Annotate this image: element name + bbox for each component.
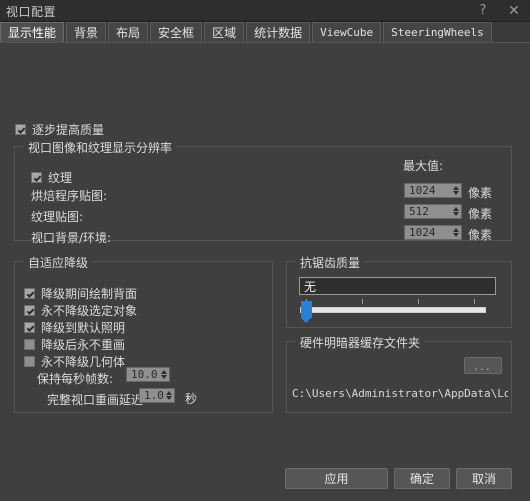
checkbox-box [24, 305, 35, 316]
texture-map-unit: 像素 [468, 207, 493, 221]
ok-button[interactable]: 确定 [394, 468, 450, 489]
checkbox-box [24, 322, 35, 333]
apply-button[interactable]: 应用 [285, 468, 388, 489]
cancel-button[interactable]: 取消 [456, 468, 512, 489]
redraw-delay-label: 完整视口重画延迟 [47, 393, 144, 407]
degrade-to-default-lighting-checkbox[interactable]: 降级到默认照明 [24, 319, 125, 336]
tab-background[interactable]: 背景 [66, 22, 107, 42]
antialias-group-title: 抗锯齿质量 [296, 254, 365, 271]
spinner-value: 1024 [409, 226, 436, 239]
spinner-value: 1024 [409, 184, 436, 197]
never-redraw-after-degrade-label: 降级后永不重画 [41, 338, 126, 352]
viewport-background-spinner[interactable]: 1024 [404, 225, 462, 240]
spinner-value: 10.0 [131, 368, 158, 381]
slider-ticks [300, 299, 496, 304]
texture-map-label: 纹理贴图: [31, 210, 84, 224]
redraw-delay-unit: 秒 [185, 392, 198, 406]
checkbox-box [24, 339, 35, 350]
max-value-label: 最大值: [403, 159, 444, 173]
shader-cache-title: 硬件明暗器缓存文件夹 [296, 334, 425, 351]
help-icon[interactable]: ? [468, 0, 498, 21]
progressive-quality-label: 逐步提高质量 [32, 123, 105, 137]
slider-tick [362, 299, 363, 304]
slider-tick [474, 299, 475, 304]
tab-safe-frame[interactable]: 安全框 [150, 22, 203, 42]
adaptive-degradation-title: 自适应降级 [24, 254, 93, 271]
spinner-arrows-icon[interactable] [450, 184, 461, 197]
spinner-value: 1.0 [144, 389, 163, 402]
slider-track[interactable] [300, 307, 486, 313]
tab-statistics[interactable]: 统计数据 [246, 22, 311, 42]
baked-procedural-map-label: 烘焙程序贴图: [31, 189, 108, 203]
spinner-value: 512 [409, 205, 429, 218]
slider-tick [418, 299, 419, 304]
display-performance-panel: 逐步提高质量 视口图像和纹理显示分辨率 最大值: 纹理 烘焙程序贴图: 1024… [0, 43, 530, 501]
never-degrade-selected-checkbox[interactable]: 永不降级选定对象 [24, 302, 137, 319]
spinner-arrows-icon[interactable] [450, 205, 461, 218]
tab-viewcube[interactable]: ViewCube [312, 22, 382, 42]
texture-label: 纹理 [48, 171, 73, 185]
spinner-arrows-icon[interactable] [450, 226, 461, 239]
tab-steeringwheels[interactable]: SteeringWheels [383, 22, 492, 42]
checkbox-box [31, 172, 42, 183]
tab-layout[interactable]: 布局 [108, 22, 149, 42]
antialias-value-field[interactable]: 无 [299, 277, 496, 295]
tab-display-performance[interactable]: 显示性能 [0, 22, 65, 42]
title-bar-buttons: ? ✕ [468, 0, 530, 21]
maintain-fps-label: 保持每秒帧数: [37, 372, 114, 386]
shader-cache-group: 硬件明暗器缓存文件夹 [286, 334, 512, 413]
baked-procedural-map-unit: 像素 [468, 186, 493, 200]
browse-button[interactable]: ... [464, 357, 502, 374]
texture-checkbox[interactable]: 纹理 [31, 169, 72, 186]
antialias-slider[interactable] [300, 299, 496, 323]
draw-backfaces-checkbox[interactable]: 降级期间绘制背面 [24, 285, 137, 302]
texture-map-spinner[interactable]: 512 [404, 204, 462, 219]
spinner-arrows-icon[interactable] [158, 368, 169, 381]
viewport-background-label: 视口背景/环境: [31, 231, 112, 245]
never-degrade-geometry-label: 永不降级几何体 [41, 355, 126, 369]
maintain-fps-spinner[interactable]: 10.0 [126, 367, 170, 382]
tab-region[interactable]: 区域 [204, 22, 245, 42]
window-title: 视口配置 [6, 5, 57, 19]
cache-path-text: C:\Users\Administrator\AppData\Local\A [292, 387, 508, 400]
redraw-delay-spinner[interactable]: 1.0 [139, 388, 175, 403]
spinner-arrows-icon[interactable] [163, 389, 174, 402]
slider-thumb[interactable] [301, 301, 312, 323]
checkbox-box [24, 356, 35, 367]
degrade-to-default-lighting-label: 降级到默认照明 [41, 321, 126, 335]
viewport-background-unit: 像素 [468, 228, 493, 242]
draw-backfaces-label: 降级期间绘制背面 [41, 287, 138, 301]
dialog-footer: 应用 确定 取消 [0, 459, 530, 501]
tab-strip: 显示性能 背景 布局 安全框 区域 统计数据 ViewCube Steering… [0, 22, 530, 43]
never-degrade-geometry-checkbox[interactable]: 永不降级几何体 [24, 353, 125, 370]
never-degrade-selected-label: 永不降级选定对象 [41, 304, 138, 318]
checkbox-box [24, 288, 35, 299]
never-redraw-after-degrade-checkbox[interactable]: 降级后永不重画 [24, 336, 125, 353]
title-bar: 视口配置 ? ✕ [0, 0, 530, 22]
baked-procedural-map-spinner[interactable]: 1024 [404, 183, 462, 198]
resolution-group-title: 视口图像和纹理显示分辨率 [24, 139, 177, 156]
close-icon[interactable]: ✕ [498, 0, 530, 21]
checkbox-box [15, 124, 26, 135]
progressive-quality-checkbox[interactable]: 逐步提高质量 [15, 121, 104, 138]
